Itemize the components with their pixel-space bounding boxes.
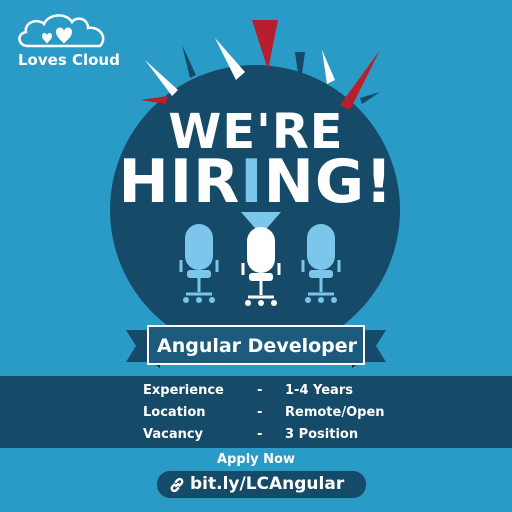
detail-separator: - bbox=[257, 427, 263, 442]
job-title: Angular Developer bbox=[156, 335, 358, 357]
detail-separator: - bbox=[257, 405, 263, 420]
apply-link[interactable]: bit.ly/LCAngular bbox=[190, 474, 344, 494]
detail-label: Vacancy bbox=[143, 427, 204, 442]
link-icon bbox=[170, 477, 184, 493]
detail-value: 3 Position bbox=[285, 427, 359, 442]
apply-now-label: Apply Now bbox=[217, 452, 295, 467]
detail-row-vacancy: Vacancy - 3 Position bbox=[0, 427, 512, 449]
detail-row-experience: Experience - 1-4 Years bbox=[0, 383, 512, 405]
hiring-poster: Loves Cloud WE'RE HIRING! Angular Develo… bbox=[0, 0, 512, 512]
detail-value: 1-4 Years bbox=[285, 383, 353, 398]
detail-label: Location bbox=[143, 405, 206, 420]
detail-value: Remote/Open bbox=[285, 405, 385, 420]
detail-row-location: Location - Remote/Open bbox=[0, 405, 512, 427]
detail-label: Experience bbox=[143, 383, 224, 398]
detail-separator: - bbox=[257, 383, 263, 398]
